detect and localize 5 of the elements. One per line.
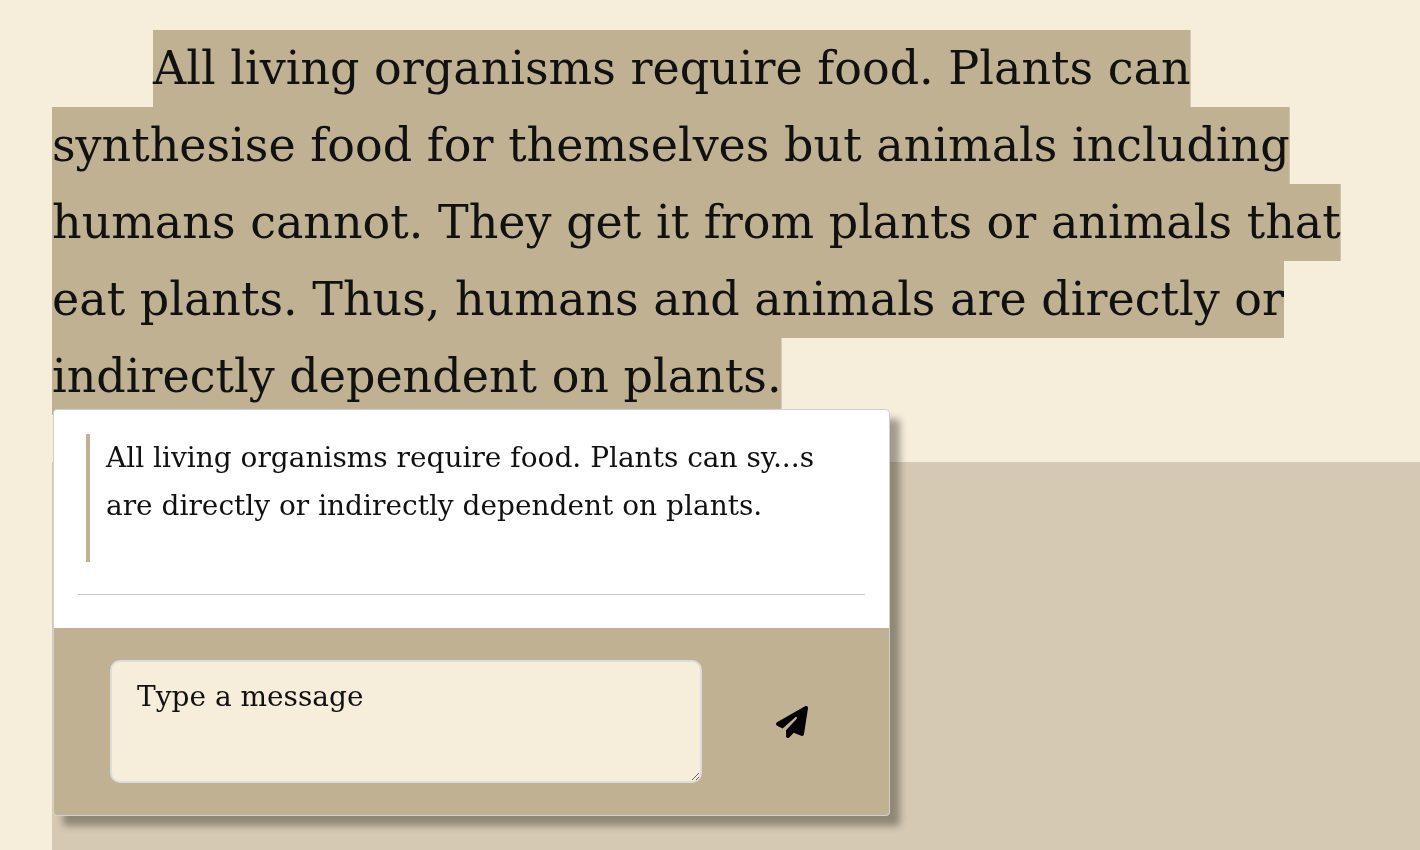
passage-text: All living organisms require food. Plants can synthesise food for themselves but animals including humans cannot. They get it from plants or animals that eat plants. Thus, humans and animals are directly or indirectly dependent on plants. — [52, 40, 1342, 405]
message-field[interactable]: Type a message — [110, 660, 702, 783]
send-icon — [775, 705, 808, 738]
send-button[interactable] — [775, 705, 808, 738]
quoted-text: All living organisms require food. Plants can sy...s are directly or indirectly dependent on plants. — [86, 434, 857, 562]
